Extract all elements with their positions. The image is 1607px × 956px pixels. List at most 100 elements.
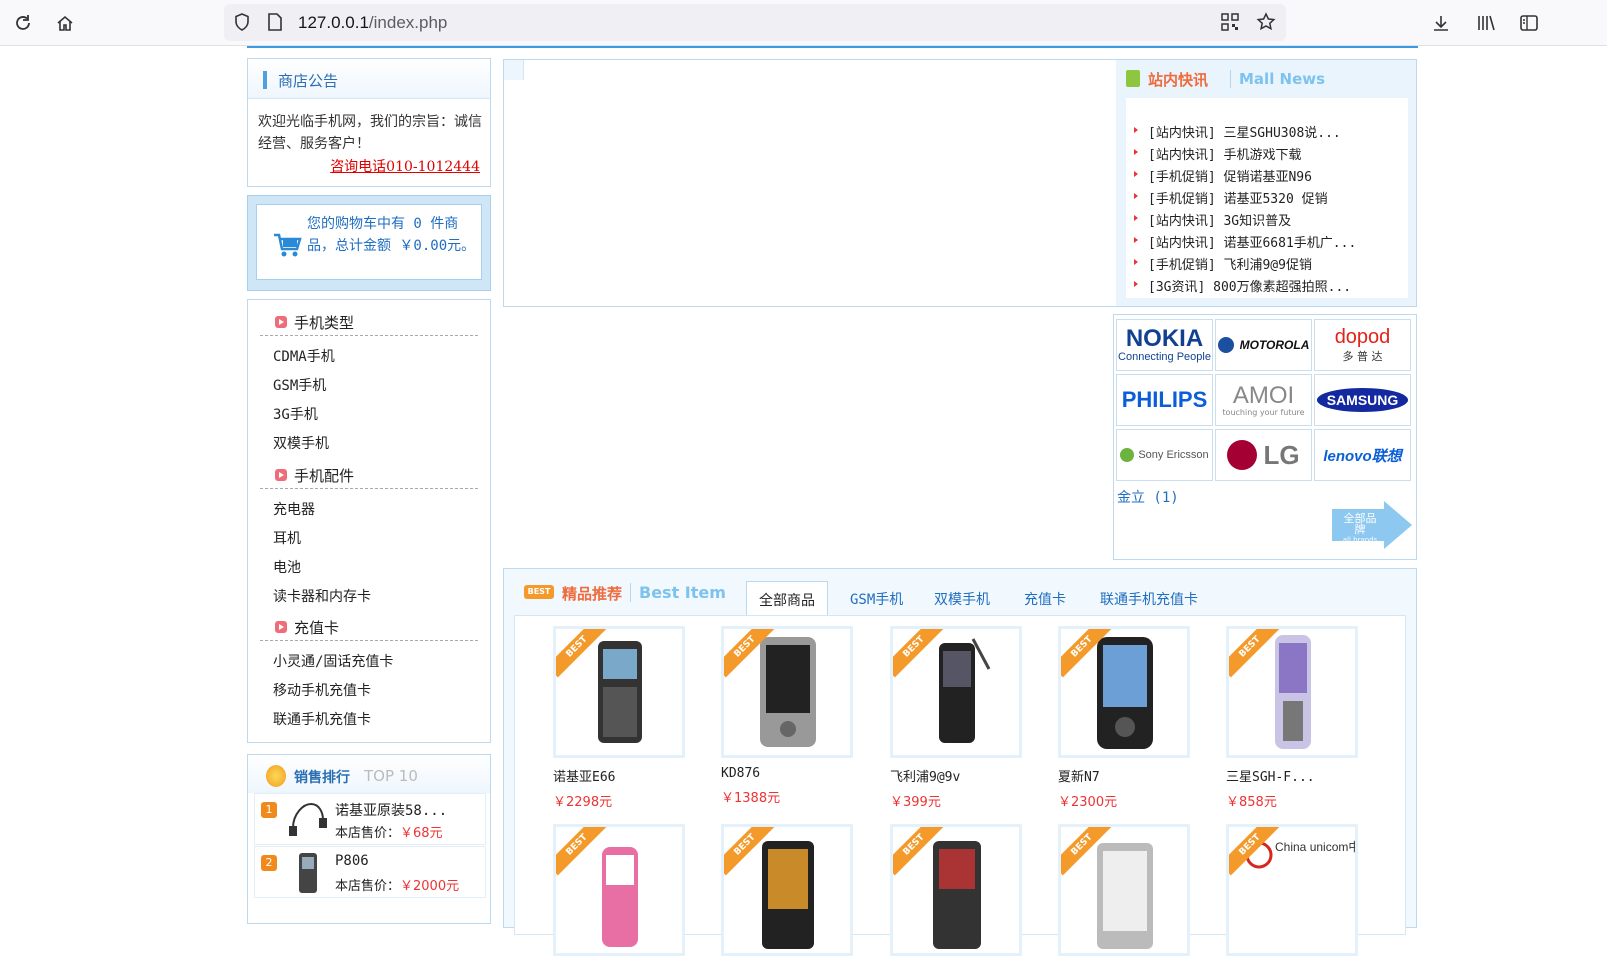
brand-amoi[interactable]: AMOI touching your future <box>1215 374 1312 426</box>
top-divider <box>247 46 1418 48</box>
product-card[interactable]: BEST <box>553 824 685 956</box>
best-badge-icon: BEST <box>524 585 554 599</box>
brand-name: lenovo联想 <box>1323 447 1402 465</box>
price-label: 本店售价： <box>335 826 401 841</box>
category-item-3g[interactable]: 3G手机 <box>273 404 318 424</box>
best-title: 精品推荐 <box>562 585 623 603</box>
product-card[interactable]: BEST 飞利浦9@9v ￥399元 <box>890 626 1022 810</box>
product-image[interactable]: BEST <box>890 824 1022 956</box>
news-item[interactable]: [站内快讯] 手机游戏下载 <box>1133 144 1301 163</box>
product-card[interactable]: BEST 诺基亚E66 ￥2298元 <box>553 626 685 810</box>
product-image[interactable]: BEST <box>1058 626 1190 758</box>
banner-tab[interactable] <box>504 60 524 80</box>
category-box: 手机类型 CDMA手机 GSM手机 3G手机 双模手机 手机配件 充电器 耳机 … <box>247 299 491 743</box>
news-item[interactable]: [站内快讯] 诺基亚6681手机广... <box>1133 232 1356 251</box>
news-item[interactable]: [手机促销] 促销诺基亚N96 <box>1134 166 1312 185</box>
ranking-item[interactable]: 2 P806 本店售价：￥2000元 <box>254 846 486 898</box>
product-card[interactable]: BEST 三星SGH-F... ￥858元 <box>1226 626 1358 810</box>
reload-icon[interactable] <box>8 8 38 38</box>
best-subtitle: Best Item <box>630 583 726 602</box>
rank-product-name[interactable]: P806 <box>335 853 369 869</box>
news-item[interactable]: [站内快讯] 3G知识普及 <box>1133 210 1291 229</box>
brand-samsung[interactable]: SAMSUNG <box>1314 374 1411 426</box>
category-item-dual-mode[interactable]: 双模手机 <box>273 433 329 453</box>
url-text[interactable]: 127.0.0.1/index.php <box>298 13 447 33</box>
library-icon[interactable] <box>1475 12 1497 34</box>
product-image[interactable]: BEST <box>1058 824 1190 956</box>
rank-product-name[interactable]: 诺基亚原装58... <box>335 800 447 820</box>
product-image[interactable]: BEST <box>553 626 685 758</box>
category-title-accessories[interactable]: 手机配件 <box>260 461 478 489</box>
product-card[interactable]: BEST KD876 ￥1388元 <box>721 626 853 806</box>
category-item-gsm[interactable]: GSM手机 <box>273 375 326 395</box>
cart-summary[interactable]: 您的购物车中有 0 件商品，总计金额 ￥0.00元。 <box>307 213 477 257</box>
url-bar[interactable]: 127.0.0.1/index.php <box>224 4 1286 41</box>
product-card[interactable]: BEST 夏新N7 ￥2300元 <box>1058 626 1190 810</box>
product-card[interactable]: BEST <box>890 824 1022 956</box>
category-item-phs-card[interactable]: 小灵通/固话充值卡 <box>273 651 393 671</box>
product-name[interactable]: 夏新N7 <box>1058 766 1190 785</box>
earphone-thumbnail[interactable] <box>285 798 331 842</box>
bookmark-star-icon[interactable] <box>1256 12 1276 32</box>
brand-tagline: Connecting People <box>1118 351 1211 363</box>
product-card[interactable]: BEST <box>721 824 853 956</box>
brand-motorola[interactable]: MOTOROLA <box>1215 319 1312 371</box>
shield-icon[interactable] <box>232 12 252 32</box>
product-image[interactable]: BEST <box>721 824 853 956</box>
tab-gsm[interactable]: GSM手机 <box>838 581 915 616</box>
tab-dual-mode[interactable]: 双模手机 <box>922 581 1002 616</box>
news-item[interactable]: [站内快讯] 三星SGHU308说... <box>1134 122 1341 141</box>
product-name[interactable]: 三星SGH-F... <box>1226 766 1358 785</box>
medal-icon <box>266 765 286 787</box>
product-card[interactable]: China unicom中国联通 BEST <box>1226 824 1358 956</box>
ranking-item[interactable]: 1 诺基亚原装58... 本店售价：￥68元 <box>254 793 486 845</box>
brand-link-jinli[interactable]: 金立 (1) <box>1117 487 1179 507</box>
news-subtitle: Mall News <box>1230 70 1325 88</box>
sony-ericsson-logo-icon <box>1120 448 1135 462</box>
category-item-cdma[interactable]: CDMA手机 <box>273 346 335 366</box>
shopping-cart-icon[interactable] <box>272 229 302 259</box>
category-item-battery[interactable]: 电池 <box>273 557 301 577</box>
product-name[interactable]: 诺基亚E66 <box>553 766 685 785</box>
consult-phone-link[interactable]: 咨询电话010-1012444 <box>330 156 480 176</box>
brand-box: NOKIA Connecting People MOTOROLA dopod 多… <box>1113 314 1417 560</box>
product-name[interactable]: 飞利浦9@9v <box>890 766 1022 785</box>
product-image[interactable]: BEST <box>721 626 853 758</box>
category-title-recharge[interactable]: 充值卡 <box>260 613 478 641</box>
all-brands-label: 全部品牌 all brands <box>1340 513 1380 546</box>
category-item-unicom-card[interactable]: 联通手机充值卡 <box>273 709 371 729</box>
tab-unicom-card[interactable]: 联通手机充值卡 <box>1088 581 1210 616</box>
phone-thumbnail[interactable] <box>285 851 331 895</box>
category-item-charger[interactable]: 充电器 <box>273 499 315 519</box>
price-label: 本店售价： <box>335 879 401 894</box>
product-image[interactable]: BEST <box>890 626 1022 758</box>
product-image[interactable]: China unicom中国联通 BEST <box>1226 824 1358 956</box>
product-card[interactable]: BEST <box>1058 824 1190 956</box>
news-item[interactable]: [手机促销] 飞利浦9@9促销 <box>1134 254 1312 273</box>
product-image[interactable]: BEST <box>553 824 685 956</box>
category-title-phone-types[interactable]: 手机类型 <box>260 308 478 336</box>
product-name[interactable]: KD876 <box>721 766 853 781</box>
category-item-earphone[interactable]: 耳机 <box>273 528 301 548</box>
home-icon[interactable] <box>50 8 80 38</box>
news-header: 站内快讯 Mall News <box>1116 60 1416 96</box>
tab-all-products[interactable]: 全部商品 <box>746 581 828 616</box>
brand-sony-ericsson[interactable]: Sony Ericsson <box>1116 429 1213 481</box>
brand-dopod[interactable]: dopod 多 普 达 <box>1314 319 1411 371</box>
brand-lenovo[interactable]: lenovo联想 <box>1314 429 1411 481</box>
product-image[interactable]: BEST <box>1226 626 1358 758</box>
download-icon[interactable] <box>1430 12 1452 34</box>
brand-lg[interactable]: LG <box>1215 429 1312 481</box>
news-item[interactable]: [手机促销] 诺基亚5320 促销 <box>1134 188 1328 207</box>
banner-box: 站内快讯 Mall News [站内快讯] 三星SGHU308说... [站内快… <box>503 59 1417 307</box>
all-brands-button[interactable]: 全部品牌 all brands <box>1332 501 1412 549</box>
tab-recharge-card[interactable]: 充值卡 <box>1012 581 1078 616</box>
news-item[interactable]: [3G资讯] 800万像素超强拍照... <box>1133 276 1351 295</box>
sidebar-icon[interactable] <box>1518 12 1540 34</box>
category-item-card-reader[interactable]: 读卡器和内存卡 <box>273 586 371 606</box>
brand-nokia[interactable]: NOKIA Connecting People <box>1116 319 1213 371</box>
category-item-mobile-card[interactable]: 移动手机充值卡 <box>273 680 371 700</box>
qr-code-icon[interactable] <box>1220 12 1240 32</box>
price-value: ￥68元 <box>400 826 443 841</box>
brand-philips[interactable]: PHILIPS <box>1116 374 1213 426</box>
